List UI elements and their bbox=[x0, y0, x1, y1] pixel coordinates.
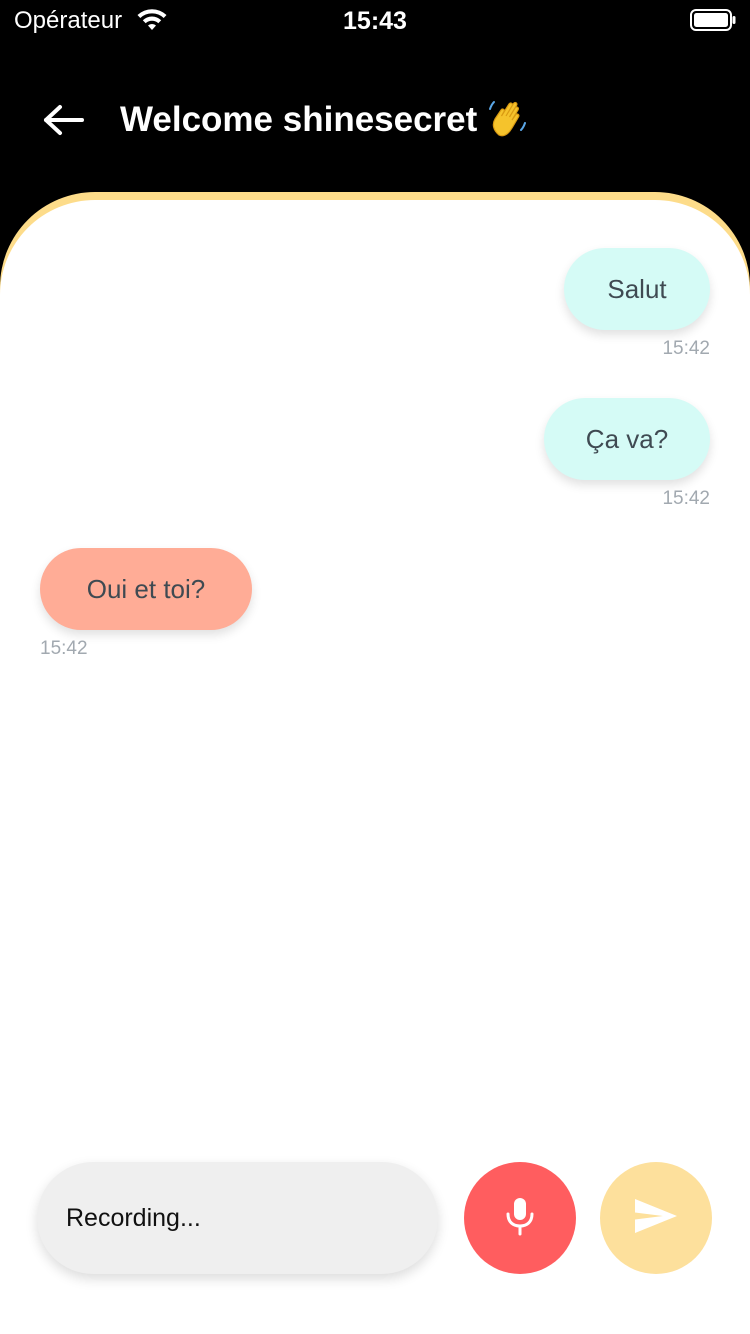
message-time: 15:42 bbox=[662, 488, 710, 509]
message-sent: Salut 15:42 bbox=[564, 248, 710, 360]
page-title-text: Welcome shinesecret bbox=[120, 100, 478, 139]
microphone-button[interactable] bbox=[464, 1162, 576, 1274]
send-icon bbox=[633, 1197, 679, 1240]
message-input[interactable]: Recording... bbox=[37, 1162, 438, 1274]
send-button[interactable] bbox=[600, 1162, 712, 1274]
message-bubble[interactable]: Oui et toi? bbox=[40, 548, 252, 630]
page-title: Welcome shinesecret bbox=[120, 96, 529, 144]
message-time: 15:42 bbox=[40, 638, 88, 659]
arrow-left-icon bbox=[38, 96, 90, 144]
message-bubble[interactable]: Ça va? bbox=[544, 398, 710, 480]
back-button[interactable] bbox=[38, 96, 90, 144]
waving-hand-icon bbox=[487, 97, 529, 139]
message-sent: Ça va? 15:42 bbox=[544, 398, 710, 510]
message-composer: Recording... bbox=[0, 1160, 750, 1276]
status-time: 15:43 bbox=[343, 7, 407, 35]
message-received: Oui et toi? 15:42 bbox=[40, 548, 252, 660]
microphone-icon bbox=[503, 1196, 537, 1241]
message-time: 15:42 bbox=[662, 338, 710, 359]
app-header: Welcome shinesecret bbox=[0, 44, 750, 204]
status-bar: Opérateur 15:43 bbox=[0, 0, 750, 44]
battery-icon bbox=[690, 9, 736, 31]
message-bubble[interactable]: Salut bbox=[564, 248, 710, 330]
